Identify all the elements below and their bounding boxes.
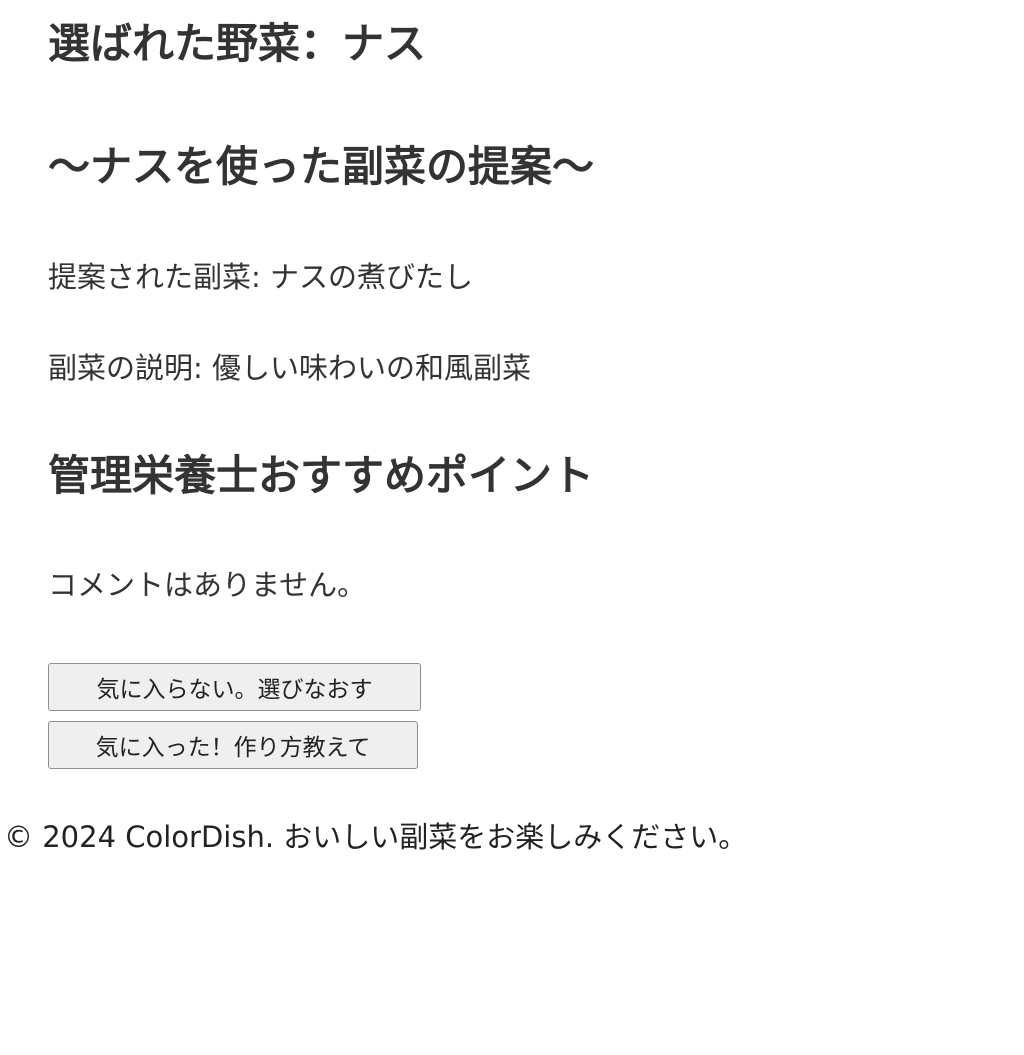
selected-vegetable-heading: 選ばれた野菜：ナス	[48, 19, 427, 68]
footer-copyright: © 2024 ColorDish. おいしい副菜をお楽しみください。	[4, 820, 748, 854]
dish-description-text: 副菜の説明: 優しい味わいの和風副菜	[48, 351, 531, 385]
side-dish-proposal-heading: 〜ナスを使った副菜の提案〜	[48, 142, 595, 191]
proposed-dish-text: 提案された副菜: ナスの煮びたし	[48, 260, 473, 294]
like-show-recipe-button[interactable]: 気に入った！作り方教えて	[48, 721, 418, 769]
dislike-reselect-button[interactable]: 気に入らない。選びなおす	[48, 663, 421, 711]
dietitian-points-heading: 管理栄養士おすすめポイント	[48, 451, 595, 500]
dietitian-comment-text: コメントはありません。	[48, 568, 367, 602]
